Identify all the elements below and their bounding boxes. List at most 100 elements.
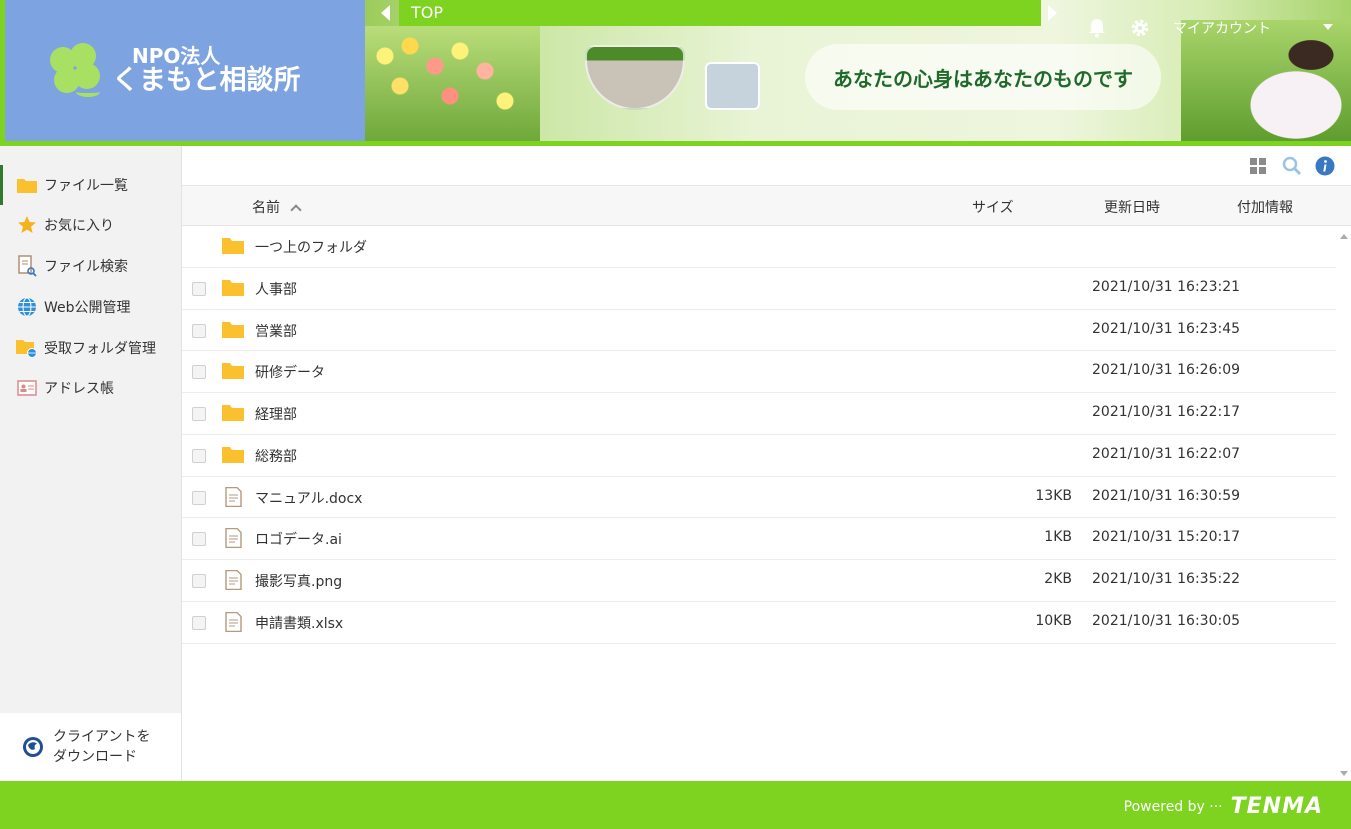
file-name: 人事部 <box>255 281 297 298</box>
logo[interactable]: NPO法人 くまもと相談所 <box>0 0 365 141</box>
breadcrumb-top[interactable]: TOP <box>411 3 443 22</box>
column-size[interactable]: サイズ <box>972 197 1014 217</box>
info-icon[interactable] <box>1315 156 1335 176</box>
file-size: 13KB <box>1035 487 1072 504</box>
row-checkbox[interactable] <box>192 448 206 463</box>
my-account-menu[interactable]: マイアカウント <box>1173 18 1271 38</box>
header: NPO法人 くまもと相談所 あなたの心身はあなたのものです TOP マイアカウン… <box>0 0 1351 146</box>
row-checkbox[interactable] <box>192 490 206 505</box>
file-size: 1KB <box>1044 529 1072 546</box>
logo-line1: NPO法人 <box>132 43 221 68</box>
sidebar-item-web-publish[interactable]: Web公開管理 <box>0 287 182 327</box>
file-size: 2KB <box>1044 571 1072 587</box>
sidebar-item-label: Web公開管理 <box>44 300 131 316</box>
document-icon <box>225 486 242 507</box>
sidebar-item-label: アドレス帳 <box>44 381 114 397</box>
sidebar-item-receive-folder[interactable]: 受取フォルダ管理 <box>0 328 182 368</box>
row-checkbox[interactable] <box>192 365 206 380</box>
footer: Powered by ··· TENMA <box>0 781 1351 829</box>
powered-by-label: Powered by ··· <box>1123 798 1223 815</box>
document-icon <box>225 528 242 549</box>
row-checkbox[interactable] <box>192 323 206 338</box>
file-modified-date: 2021/10/31 16:30:05 <box>1092 612 1241 629</box>
table-row[interactable]: 人事部 2021/10/31 16:23:21 <box>182 268 1336 310</box>
file-modified-date: 2021/10/31 16:22:17 <box>1092 404 1241 420</box>
download-client-button[interactable]: クライアントを ダウンロード <box>0 713 181 781</box>
row-checkbox[interactable] <box>192 281 206 296</box>
document-icon <box>225 570 242 590</box>
vertical-scrollbar[interactable] <box>1336 226 1351 781</box>
table-row[interactable]: 撮影写真.png 2KB 2021/10/31 16:35:22 <box>182 560 1336 602</box>
folder-icon <box>222 238 244 254</box>
tulip-image <box>365 26 540 141</box>
sidebar-item-label: ファイル検索 <box>44 259 128 275</box>
slogan: あなたの心身はあなたのものです <box>805 44 1161 110</box>
chevron-down-icon[interactable] <box>1323 24 1333 30</box>
sort-ascending-icon[interactable] <box>290 204 302 216</box>
sidebar-item-label: ファイル一覧 <box>44 178 128 194</box>
logo-line2: くまもと相談所 <box>112 64 301 96</box>
parent-folder-row[interactable]: 一つ上のフォルダ <box>182 226 1336 268</box>
document-icon <box>225 611 242 632</box>
file-list-header: 名前 サイズ 更新日時 付加情報 <box>182 186 1351 226</box>
sidebar-item-address-book[interactable]: アドレス帳 <box>0 368 182 408</box>
logo-text: NPO法人 くまもと相談所 <box>112 43 301 96</box>
file-modified-date: 2021/10/31 16:23:45 <box>1092 320 1241 337</box>
breadcrumb-next-icon[interactable] <box>1048 5 1057 21</box>
file-modified-date: 2021/10/31 16:35:22 <box>1092 571 1241 587</box>
gear-icon[interactable] <box>1130 18 1150 38</box>
file-modified-date: 2021/10/31 16:26:09 <box>1092 362 1241 379</box>
file-name: 撮影写真.png <box>255 574 343 590</box>
file-modified-date: 2021/10/31 16:22:07 <box>1092 445 1241 462</box>
file-name: ロゴデータ.ai <box>255 532 342 549</box>
sidebar-item-favorites[interactable]: お気に入り <box>0 205 182 245</box>
file-rows: 人事部 2021/10/31 16:23:21 営業部 2021/10/31 16:2… <box>182 268 1336 644</box>
scroll-down-icon[interactable] <box>1340 771 1348 776</box>
sidebar-item-file-list[interactable]: ファイル一覧 <box>0 165 182 205</box>
table-row[interactable]: ロゴデータ.ai 1KB 2021/10/31 15:20:17 <box>182 518 1336 560</box>
column-name[interactable]: 名前 <box>252 197 302 217</box>
file-modified-date: 2021/10/31 15:20:17 <box>1092 529 1241 546</box>
row-checkbox[interactable] <box>192 574 206 588</box>
breadcrumb[interactable]: TOP <box>399 0 1041 26</box>
clover-logo-icon <box>50 42 106 99</box>
file-toolbar <box>182 146 1351 186</box>
table-row[interactable]: 総務部 2021/10/31 16:22:07 <box>182 435 1336 477</box>
search-icon[interactable] <box>1282 156 1302 176</box>
column-modified[interactable]: 更新日時 <box>1104 197 1160 217</box>
grid-view-icon[interactable] <box>1248 156 1268 176</box>
file-name: マニュアル.docx <box>255 490 363 507</box>
file-search-icon <box>16 255 38 277</box>
address-card-icon <box>16 377 38 399</box>
table-row[interactable]: 研修データ 2021/10/31 16:26:09 <box>182 351 1336 393</box>
brand-logo[interactable]: TENMA <box>1231 794 1323 819</box>
table-row[interactable]: マニュアル.docx 13KB 2021/10/31 16:30:59 <box>182 477 1336 519</box>
star-icon <box>16 214 38 236</box>
folder-icon <box>16 174 38 196</box>
folder-globe-icon <box>16 337 38 359</box>
scroll-up-icon[interactable] <box>1340 234 1348 239</box>
globe-icon <box>16 296 38 318</box>
folder-icon <box>222 363 244 380</box>
plant-pot-image <box>705 62 760 110</box>
folder-icon <box>222 405 244 421</box>
sidebar-item-file-search[interactable]: ファイル検索 <box>0 246 182 286</box>
bell-icon[interactable] <box>1088 18 1106 38</box>
table-row[interactable]: 営業部 2021/10/31 16:23:45 <box>182 310 1336 352</box>
powered-by: Powered by ··· TENMA <box>1124 794 1323 819</box>
column-info[interactable]: 付加情報 <box>1237 197 1293 217</box>
file-size: 10KB <box>1035 612 1072 629</box>
person-image <box>1181 20 1351 141</box>
file-modified-date: 2021/10/31 16:23:21 <box>1092 278 1241 295</box>
folder-icon <box>222 446 244 463</box>
file-name: 営業部 <box>255 323 297 340</box>
file-name: 総務部 <box>255 448 297 465</box>
row-checkbox[interactable] <box>192 407 206 421</box>
table-row[interactable]: 申請書類.xlsx 10KB 2021/10/31 16:30:05 <box>182 602 1336 644</box>
breadcrumb-prev-icon[interactable] <box>381 5 390 21</box>
file-name: 一つ上のフォルダ <box>255 240 367 256</box>
sidebar-item-label: 受取フォルダ管理 <box>44 341 156 357</box>
row-checkbox[interactable] <box>192 532 206 547</box>
table-row[interactable]: 経理部 2021/10/31 16:22:17 <box>182 393 1336 435</box>
row-checkbox[interactable] <box>192 615 206 630</box>
